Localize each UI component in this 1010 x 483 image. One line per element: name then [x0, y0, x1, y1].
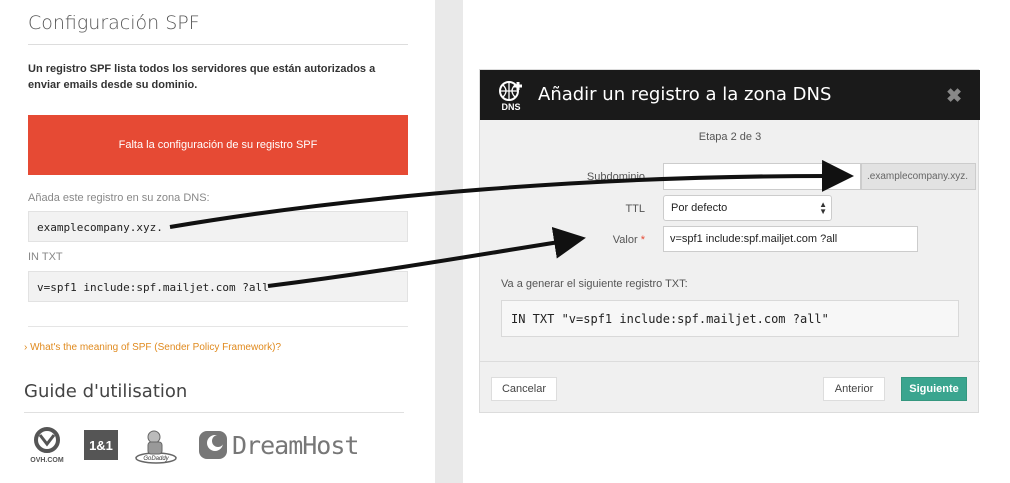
- generated-record-box: IN TXT "v=spf1 include:spf.mailjet.com ?…: [501, 300, 959, 337]
- domain-code-box[interactable]: examplecompany.xyz.: [28, 211, 408, 242]
- oneandone-logo[interactable]: 1&1: [84, 430, 118, 460]
- divider: [28, 326, 408, 327]
- step-indicator: Etapa 2 de 3: [698, 131, 762, 143]
- dns-icon-text: DNS: [501, 102, 520, 111]
- close-icon[interactable]: ✖: [946, 85, 962, 108]
- godaddy-logo[interactable]: GoDaddy: [134, 425, 182, 465]
- cancel-button[interactable]: Cancelar: [491, 377, 557, 401]
- panel-separator: [435, 0, 463, 483]
- spf-value-code-box[interactable]: v=spf1 include:spf.mailjet.com ?all: [28, 271, 408, 302]
- select-arrows-icon: ▲ ▼: [819, 200, 827, 216]
- dialog-footer-divider: [480, 361, 980, 362]
- dns-icon: DNS: [499, 81, 522, 111]
- add-dns-record-dialog: DNS Añadir un registro a la zona DNS ✖ E…: [479, 69, 980, 413]
- dialog-title: Añadir un registro a la zona DNS: [538, 84, 832, 105]
- guide-title: Guide d'utilisation: [24, 381, 188, 402]
- divider: [28, 44, 408, 45]
- spf-config-panel: Configuración SPF Un registro SPF lista …: [0, 0, 435, 483]
- subdomain-label: Subdominio: [586, 171, 645, 183]
- ttl-select[interactable]: Por defecto ▲ ▼: [663, 195, 832, 221]
- subdomain-suffix: .examplecompany.xyz.: [861, 163, 976, 190]
- dreamhost-moon-icon: [199, 431, 227, 459]
- ovh-logo-text: OVH.COM: [30, 457, 64, 464]
- next-button[interactable]: Siguiente: [901, 377, 967, 401]
- ttl-selected-value: Por defecto: [671, 202, 728, 214]
- generate-label: Va a generar el siguiente registro TXT:: [501, 278, 688, 290]
- dreamhost-logo[interactable]: DreamHost: [198, 427, 359, 463]
- spf-help-link-text[interactable]: What's the meaning of SPF (Sender Policy…: [30, 342, 281, 353]
- ovh-logo[interactable]: OVH.COM: [28, 425, 66, 465]
- spf-help-link[interactable]: › What's the meaning of SPF (Sender Poli…: [24, 342, 281, 353]
- spf-description: Un registro SPF lista todos los servidor…: [28, 63, 376, 91]
- divider: [24, 412, 404, 413]
- previous-button[interactable]: Anterior: [823, 377, 885, 401]
- alert-text: Falta la configuración de su registro SP…: [118, 139, 318, 151]
- value-input[interactable]: v=spf1 include:spf.mailjet.com ?all: [663, 226, 918, 252]
- value-label-text: Valor: [612, 234, 638, 246]
- dialog-header: DNS Añadir un registro a la zona DNS ✖: [480, 70, 980, 120]
- dreamhost-logo-text: DreamHost: [232, 430, 359, 460]
- value-label: Valor *: [555, 234, 645, 246]
- page-title: Configuración SPF: [28, 12, 200, 34]
- record-type-label: IN TXT: [28, 251, 63, 263]
- godaddy-logo-text: GoDaddy: [143, 456, 169, 462]
- spf-missing-alert: Falta la configuración de su registro SP…: [28, 115, 408, 175]
- add-record-label: Añada este registro en su zona DNS:: [28, 192, 210, 204]
- required-marker: *: [640, 234, 645, 246]
- subdomain-input[interactable]: [663, 163, 861, 190]
- ttl-label: TTL: [625, 203, 645, 215]
